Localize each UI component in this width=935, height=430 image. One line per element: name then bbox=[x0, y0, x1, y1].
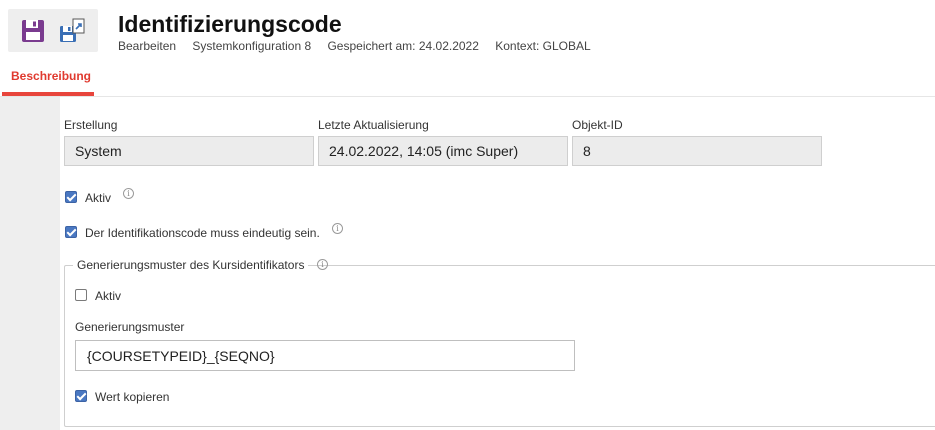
object-id-label: Objekt-ID bbox=[572, 118, 623, 132]
save-as-button[interactable] bbox=[58, 17, 86, 45]
pattern-active-checkbox[interactable] bbox=[75, 289, 87, 301]
last-update-field: 24.02.2022, 14:05 (imc Super) bbox=[318, 136, 568, 166]
pattern-label: Generierungsmuster bbox=[75, 320, 185, 334]
floppy-export-icon bbox=[60, 18, 85, 42]
meta-mode: Bearbeiten bbox=[118, 39, 177, 53]
toolbar bbox=[8, 9, 98, 52]
meta-saved: Gespeichert am: 24.02.2022 bbox=[327, 39, 479, 53]
active-checkbox[interactable] bbox=[65, 191, 77, 203]
floppy-disk-icon bbox=[22, 20, 44, 42]
page-title: Identifizierungscode bbox=[118, 11, 342, 37]
tab-beschreibung[interactable]: Beschreibung bbox=[11, 69, 91, 83]
tab-divider bbox=[0, 96, 935, 97]
info-icon[interactable]: i bbox=[123, 188, 134, 199]
copy-value-checkbox[interactable] bbox=[75, 390, 87, 402]
left-gutter bbox=[0, 97, 60, 430]
active-label[interactable]: Aktiv bbox=[85, 191, 111, 205]
copy-value-label[interactable]: Wert kopieren bbox=[95, 390, 169, 404]
meta-config: Systemkonfiguration 8 bbox=[192, 39, 312, 53]
creation-field: System bbox=[64, 136, 314, 166]
last-update-label: Letzte Aktualisierung bbox=[318, 118, 429, 132]
page-meta: Bearbeiten Systemkonfiguration 8 Gespeic… bbox=[118, 39, 604, 53]
creation-label: Erstellung bbox=[64, 118, 118, 132]
pattern-fieldset-legend: Generierungsmuster des Kursidentifikator… bbox=[73, 258, 309, 272]
meta-context: Kontext: GLOBAL bbox=[495, 39, 591, 53]
info-icon[interactable]: i bbox=[332, 223, 343, 234]
save-button[interactable] bbox=[19, 17, 47, 45]
unique-code-checkbox[interactable] bbox=[65, 226, 77, 238]
pattern-input[interactable] bbox=[75, 340, 575, 371]
info-icon[interactable]: i bbox=[317, 259, 328, 270]
pattern-active-label[interactable]: Aktiv bbox=[95, 289, 121, 303]
unique-code-label[interactable]: Der Identifikationscode muss eindeutig s… bbox=[85, 226, 320, 240]
object-id-field: 8 bbox=[572, 136, 822, 166]
